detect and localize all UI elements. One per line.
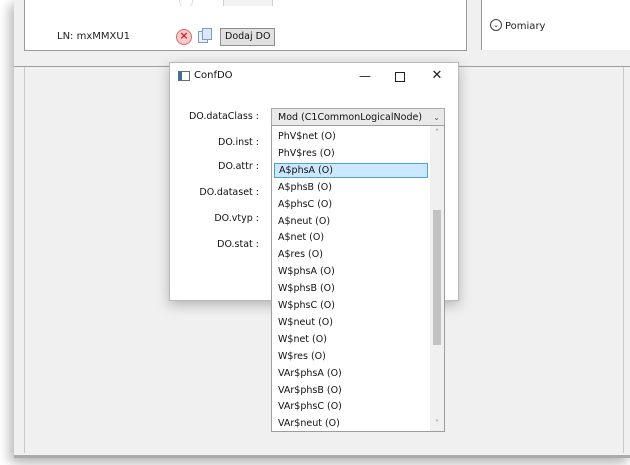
dropdown-option[interactable]: W$neut (O)	[274, 315, 428, 330]
copy-icon[interactable]	[198, 28, 212, 43]
dataclass-value: Mod (C1CommonLogicalNode)	[278, 112, 423, 123]
bottom-edge	[14, 455, 630, 458]
dropdown-option[interactable]: W$phsB (O)	[274, 281, 428, 296]
dataclass-label: DO.dataClass :	[188, 111, 259, 122]
pomiary-label: Pomiary	[505, 21, 546, 32]
dropdown-option[interactable]: W$net (O)	[274, 332, 428, 347]
logical-node-panel: LN: mxMMXU1 × Dodaj DO	[24, 0, 467, 51]
dropdown-option[interactable]: VAr$phsB (O)	[274, 383, 428, 398]
maximize-icon	[395, 71, 405, 82]
dropdown-option[interactable]: W$phsA (O)	[274, 264, 428, 279]
dropdown-option[interactable]: A$phsC (O)	[274, 197, 428, 212]
dataset-label: DO.dataset :	[199, 187, 259, 198]
dropdown-option[interactable]: VAr$neut (O)	[274, 416, 428, 431]
stat-label: DO.stat :	[217, 239, 259, 250]
dropdown-option[interactable]: VAr$phsC (O)	[274, 399, 428, 414]
dropdown-option[interactable]: VAr$phsA (O)	[274, 366, 428, 381]
dropdown-option[interactable]: PhV$res (O)	[274, 146, 428, 161]
chevron-down-icon: ⌄	[490, 19, 502, 31]
right-panel: ⌄ Pomiary	[481, 0, 630, 50]
dropdown-option[interactable]: PhV$net (O)	[274, 129, 428, 144]
scroll-up-icon[interactable]: ˄	[430, 126, 444, 140]
partial-row-above	[163, 0, 273, 6]
attr-label: DO.attr :	[218, 161, 259, 172]
top-region: LN: mxMMXU1 × Dodaj DO ⌄ Pomiary	[14, 0, 630, 67]
minimize-button[interactable]: —	[348, 65, 382, 87]
dropdown-option[interactable]: A$neut (O)	[274, 214, 428, 229]
dropdown-option[interactable]: A$net (O)	[274, 230, 428, 245]
dropdown-option[interactable]: W$phsC (O)	[274, 298, 428, 313]
dropdown-option[interactable]: A$phsB (O)	[274, 180, 428, 195]
scroll-down-icon[interactable]: ˅	[430, 417, 444, 431]
window-icon	[178, 71, 190, 81]
dropdown-option[interactable]: W$res (O)	[274, 349, 428, 364]
dropdown-option[interactable]: A$res (O)	[274, 247, 428, 262]
ln-row: LN: mxMMXU1 × Dodaj DO	[25, 28, 466, 46]
delete-icon[interactable]: ×	[176, 29, 192, 45]
add-do-button[interactable]: Dodaj DO	[220, 28, 276, 46]
close-button[interactable]: ✕	[420, 65, 454, 87]
inst-label: DO.inst :	[218, 137, 259, 148]
dropdown-scrollbar[interactable]: ˄ ˅	[430, 126, 444, 431]
chevron-down-icon: ⌄	[433, 113, 440, 122]
dropdown-list[interactable]: PhV$net (O) PhV$res (O) A$phsA (O) A$phsB (…	[271, 125, 445, 432]
dialog-title: ConfDO	[194, 70, 233, 81]
pomiary-expander[interactable]: ⌄ Pomiary	[490, 19, 546, 34]
ln-label: LN: mxMMXU1	[57, 31, 131, 42]
vtyp-label: DO.vtyp :	[214, 213, 259, 224]
maximize-button[interactable]	[383, 65, 417, 87]
dropdown-option[interactable]: A$phsA (O)	[274, 162, 428, 178]
dialog-titlebar[interactable]: ConfDO — ✕	[170, 63, 458, 93]
scroll-thumb[interactable]	[433, 210, 441, 345]
